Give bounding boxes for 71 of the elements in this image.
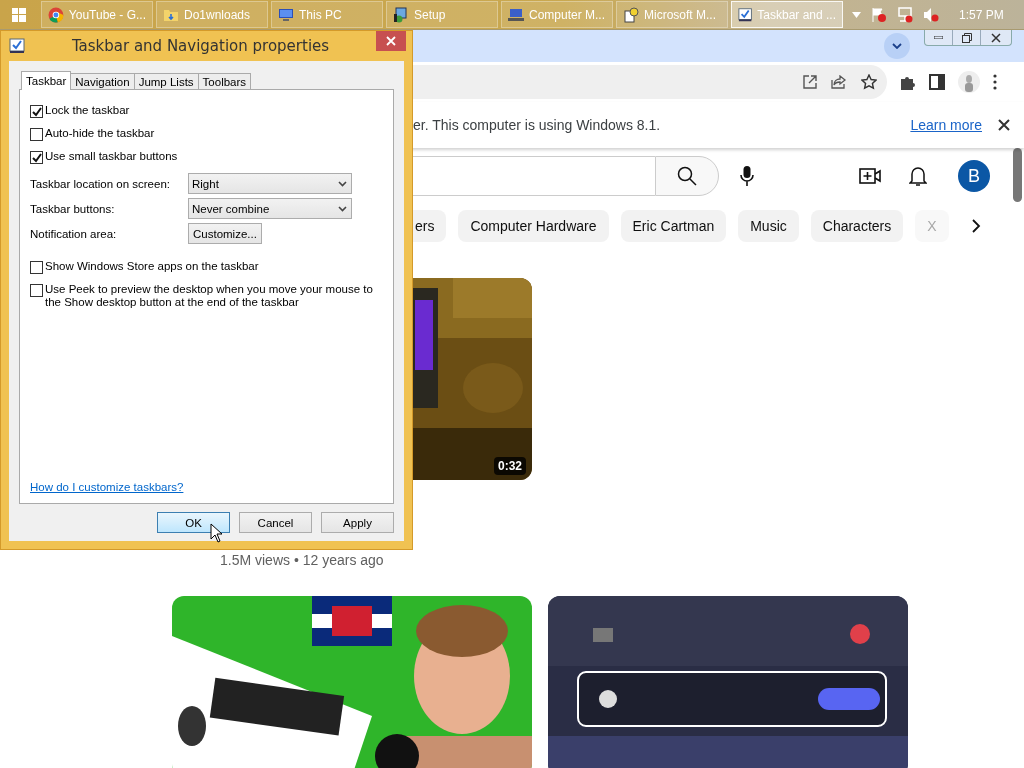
installer-icon — [393, 6, 409, 23]
checkbox-label: Use Peek to preview the desktop when you move your mouse to the Show desktop button at the end of the taskbar — [45, 283, 374, 309]
category-chip[interactable]: Characters — [810, 210, 904, 242]
category-chip[interactable]: Music — [738, 210, 799, 242]
dialog-button[interactable]: OK — [157, 512, 230, 533]
chevron-down-icon — [338, 205, 347, 212]
checkbox-label: Show Windows Store apps on the taskbar — [45, 260, 259, 273]
checkbox-window-icon — [9, 38, 25, 54]
checkbox[interactable] — [30, 261, 43, 274]
checkbox[interactable] — [30, 284, 43, 297]
monitor-icon — [278, 6, 294, 23]
close-icon — [386, 36, 396, 46]
dialog-tab[interactable]: Navigation — [70, 73, 135, 90]
star-icon[interactable] — [861, 74, 877, 90]
close-icon — [991, 32, 1001, 43]
chevron-down-icon — [892, 43, 902, 49]
bell-icon — [909, 165, 927, 187]
dialog-button[interactable]: Apply — [321, 512, 394, 533]
dialog-title: Taskbar and Navigation properties — [70, 37, 331, 55]
setting-label: Notification area: — [30, 227, 118, 240]
checkmark-icon — [31, 152, 42, 163]
more-menu-icon[interactable] — [993, 74, 997, 90]
chevron-right-icon[interactable] — [970, 218, 981, 234]
speaker-muted-icon[interactable] — [923, 6, 939, 23]
help-document-icon — [623, 6, 639, 23]
duration-badge: 0:32 — [493, 457, 526, 475]
search-button[interactable] — [655, 156, 719, 196]
chevron-down-icon — [338, 180, 347, 187]
share-icon[interactable] — [831, 75, 847, 89]
checkmark-icon — [31, 106, 42, 117]
profile-avatar-icon[interactable] — [958, 71, 980, 93]
learn-more-link[interactable]: Learn more — [910, 117, 982, 133]
setting-label: Taskbar location on screen: — [30, 177, 171, 190]
search-icon — [677, 166, 697, 186]
open-external-icon[interactable] — [803, 75, 817, 89]
checkbox-window-icon — [738, 6, 753, 23]
checkbox-label: Use small taskbar buttons — [45, 150, 178, 163]
side-panel-icon[interactable] — [929, 74, 945, 90]
dropdown[interactable]: Never combine — [188, 198, 352, 219]
customize-button[interactable]: Customize... — [188, 223, 262, 244]
close-icon[interactable] — [998, 119, 1010, 131]
restore-icon — [961, 32, 972, 43]
category-chip[interactable]: Eric Cartman — [620, 210, 727, 242]
browser-logo-icon — [48, 6, 64, 23]
minimize-icon — [934, 36, 943, 39]
checkbox[interactable] — [30, 105, 43, 118]
video-metadata: 1.5M views • 12 years ago — [220, 552, 385, 568]
account-avatar[interactable]: B — [958, 160, 990, 192]
dialog-button[interactable]: Cancel — [239, 512, 312, 533]
microphone-icon — [740, 166, 754, 186]
help-link[interactable]: How do I customize taskbars? — [30, 481, 184, 493]
checkbox-label: Lock the taskbar — [45, 104, 130, 117]
close-button[interactable] — [376, 31, 406, 51]
mouse-cursor-icon — [210, 523, 223, 543]
checkbox[interactable] — [30, 128, 43, 141]
dialog-tab[interactable]: Taskbar — [21, 71, 72, 90]
dropdown[interactable]: Right — [188, 173, 352, 194]
tab-search-button[interactable] — [884, 33, 910, 59]
dialog-tab[interactable]: Toolbars — [197, 73, 252, 90]
video-plus-icon — [859, 168, 881, 184]
dialog-tab[interactable]: Jump Lists — [133, 73, 199, 90]
network-error-icon[interactable] — [897, 6, 913, 23]
computer-icon — [508, 6, 524, 23]
checkbox-label: Auto-hide the taskbar — [45, 127, 155, 140]
category-chip[interactable]: Computer Hardware — [458, 210, 609, 242]
windows-start-icon[interactable] — [12, 7, 26, 22]
infobar-message: er. This computer is using Windows 8.1. — [413, 117, 662, 133]
flag-error-icon[interactable] — [871, 6, 887, 23]
setting-label: Taskbar buttons: — [30, 202, 116, 215]
scrollbar-thumb[interactable] — [1013, 148, 1022, 202]
checkbox[interactable] — [30, 151, 43, 164]
